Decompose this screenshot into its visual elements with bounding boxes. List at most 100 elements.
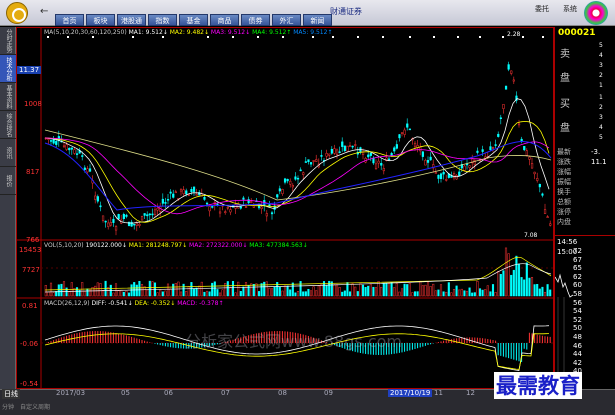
volume-bar — [57, 284, 60, 297]
volume-bar — [260, 283, 263, 297]
stock-code: 000021 — [558, 28, 596, 38]
menu-item[interactable]: 新闻 — [303, 14, 332, 26]
marker-dot — [479, 36, 481, 38]
volume-bar — [166, 283, 170, 297]
volume-bar — [291, 282, 294, 297]
menu-item[interactable]: 指数 — [148, 14, 177, 26]
period-tab[interactable]: 自定义周期 — [20, 402, 50, 411]
volume-bar — [528, 277, 531, 297]
trade-button[interactable]: 委托 — [535, 4, 549, 14]
candle-body — [187, 194, 190, 196]
candle-body — [541, 193, 544, 196]
volume-bar — [515, 255, 518, 297]
candle-body — [125, 214, 128, 217]
volume-bar — [429, 286, 432, 297]
volume-bar — [419, 280, 422, 297]
volume-bar — [270, 288, 274, 297]
candle-body — [62, 145, 66, 148]
menu-item[interactable]: 基金 — [179, 14, 208, 26]
sidebar-tab[interactable]: 资讯 — [0, 139, 16, 167]
candle-body — [494, 144, 497, 146]
candle-body — [283, 178, 287, 183]
volume-bar — [273, 286, 276, 297]
marker-dot — [312, 36, 314, 38]
candle-body — [291, 184, 294, 188]
candle-body — [224, 211, 227, 213]
volume-bar — [218, 292, 222, 297]
chart-area: 11.37 1008 817 766 2.28 7.08 MA(5,10,20,… — [16, 27, 554, 389]
candle-body — [504, 85, 508, 90]
volume-bar — [338, 287, 341, 297]
volume-bar — [359, 283, 362, 297]
candle-body — [211, 206, 214, 208]
candle-body — [533, 171, 536, 175]
volume-bar — [187, 286, 190, 297]
back-arrow-button[interactable]: ← — [40, 6, 48, 17]
candle-body — [512, 79, 515, 82]
candle-body — [387, 158, 391, 161]
marker-dot — [92, 36, 94, 38]
candle-body — [502, 104, 505, 109]
system-button[interactable]: 系统 — [563, 4, 577, 14]
sidebar-tab[interactable]: 基本资料 — [0, 83, 16, 111]
volume-bar — [523, 279, 526, 297]
volume-bar — [75, 287, 79, 297]
candle-body — [445, 179, 448, 181]
volume-bar — [406, 284, 409, 297]
candle-body — [81, 155, 84, 157]
sidebar-tab[interactable]: 综合排名 — [0, 111, 16, 139]
volume-bar — [432, 283, 435, 297]
volume-bar — [221, 289, 224, 297]
volume-bar — [83, 291, 86, 297]
volume-bar — [484, 289, 487, 297]
candle-body — [286, 178, 289, 182]
candle-body — [528, 156, 531, 160]
menu-item[interactable]: 板块 — [86, 14, 115, 26]
volume-bar — [387, 283, 391, 297]
candle-body — [354, 144, 357, 146]
candle-body — [426, 160, 430, 163]
volume-bar — [164, 290, 167, 297]
period-tab-daily[interactable]: 日线 — [2, 389, 20, 399]
volume-bar — [135, 284, 138, 297]
candle-body — [543, 209, 547, 214]
volume-bar — [473, 292, 476, 297]
menu-item[interactable]: 首页 — [55, 14, 84, 26]
candle-body — [491, 146, 495, 149]
sidebar-tab[interactable]: 分时走势 — [0, 27, 16, 55]
volume-bar — [400, 288, 404, 297]
volume-bar — [226, 281, 229, 297]
marker-dot — [162, 36, 164, 38]
volume-bar — [192, 288, 196, 297]
candle-body — [328, 153, 331, 156]
candle-body — [270, 212, 274, 215]
volume-bar — [86, 288, 89, 297]
volume-bar — [416, 291, 419, 297]
candle-body — [153, 209, 157, 215]
sidebar-tab-active[interactable]: 技术分析 — [0, 55, 16, 83]
sidebar-tab[interactable]: 报价 — [0, 167, 16, 195]
candle-body — [122, 214, 125, 219]
candle-body — [549, 223, 552, 226]
volume-bar — [289, 289, 292, 297]
volume-bar — [208, 291, 211, 297]
candle-body — [143, 213, 146, 216]
candle-body — [439, 173, 443, 180]
candle-body — [70, 147, 73, 150]
volume-bar — [161, 291, 164, 297]
volume-bar — [426, 281, 430, 297]
date-label: 09 — [324, 389, 333, 397]
candle-body — [525, 150, 528, 156]
menu-item[interactable]: 商品 — [210, 14, 239, 26]
candle-body — [458, 171, 461, 177]
candle-body — [174, 191, 177, 194]
volume-bar — [146, 289, 149, 297]
volume-bar — [265, 281, 268, 297]
menu-item[interactable]: 债券 — [241, 14, 270, 26]
volume-bar — [112, 292, 115, 297]
marker-dot — [47, 36, 49, 38]
period-tab[interactable]: 分钟 — [2, 402, 14, 411]
menu-item[interactable]: 外汇 — [272, 14, 301, 26]
candle-body — [94, 195, 97, 200]
menu-item[interactable]: 港股通 — [117, 14, 146, 26]
